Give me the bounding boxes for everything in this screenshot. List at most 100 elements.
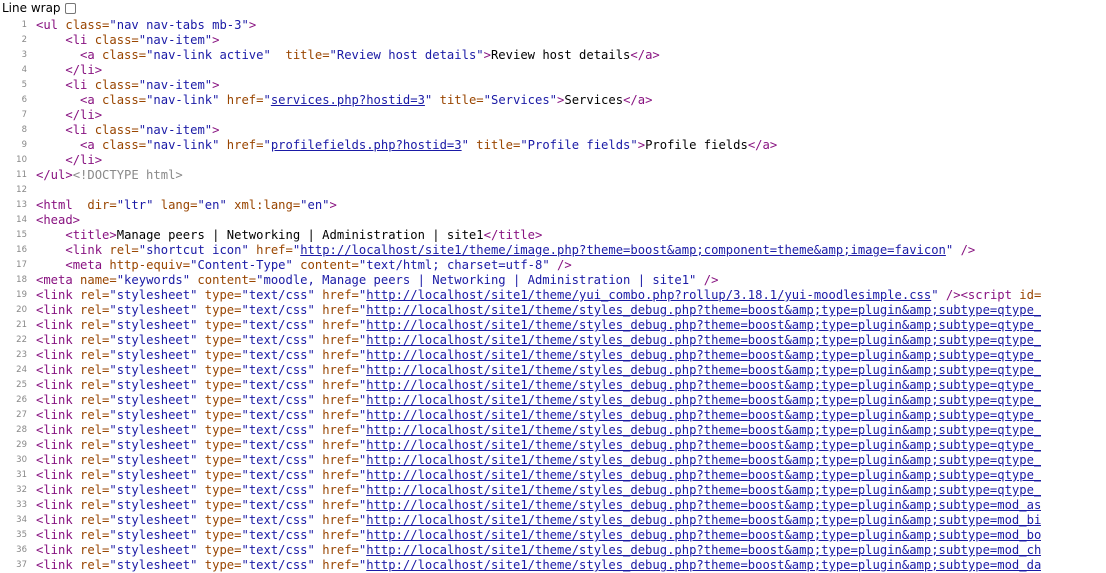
code-token: rel= [80,498,110,512]
source-link[interactable]: http://localhost/site1/theme/styles_debu… [366,498,1041,512]
source-link[interactable]: http://localhost/site1/theme/styles_debu… [366,483,1041,497]
code-token: <link [36,528,81,542]
code-token: href= [314,393,359,407]
code-token: title= [270,48,330,62]
code-token: "stylesheet" [109,333,198,347]
line-number: 27 [16,410,27,420]
code-token: rel= [80,513,110,527]
line-code: <li class="nav-item"> [36,78,219,93]
source-link[interactable]: http://localhost/site1/theme/styles_debu… [366,348,1041,362]
line-number: 12 [16,185,27,195]
code-token: <link [36,288,81,302]
code-token: "nav-link" [146,93,220,107]
code-token: Services [564,93,624,107]
line-number: 23 [16,350,27,360]
code-token: dir= [80,198,117,212]
code-token: "text/css" [241,483,315,497]
source-link[interactable]: http://localhost/site1/theme/styles_debu… [366,453,1041,467]
source-link[interactable]: http://localhost/site1/theme/styles_debu… [366,528,1041,542]
code-token: <link [36,483,81,497]
source-line: 5 <li class="nav-item"> [0,78,1106,93]
code-token: "stylesheet" [109,513,198,527]
code-token: class= [94,33,139,47]
line-number: 25 [16,380,27,390]
code-token: rel= [80,528,110,542]
code-token: "stylesheet" [109,393,198,407]
source-link[interactable]: http://localhost/site1/theme/styles_debu… [366,558,1041,572]
code-token: type= [197,333,242,347]
line-wrap-toolbar: Line wrap [0,0,1106,16]
code-token: </ul> [36,168,73,182]
code-token: href= [314,528,359,542]
code-token: content= [292,258,359,272]
code-token: > [212,33,220,47]
source-link[interactable]: http://localhost/site1/theme/image.php?t… [300,243,946,257]
code-token: rel= [80,438,110,452]
source-link[interactable]: http://localhost/site1/theme/styles_debu… [366,423,1041,437]
code-token: type= [197,498,242,512]
code-token: </title> [483,228,543,242]
source-line: 15 <title>Manage peers | Networking | Ad… [0,228,1106,243]
line-wrap-checkbox[interactable] [64,2,76,14]
code-token: <link [36,543,81,557]
line-code: <link rel="stylesheet" type="text/css" h… [36,393,1041,408]
source-link[interactable]: http://localhost/site1/theme/styles_debu… [366,438,1041,452]
code-token: type= [197,423,242,437]
code-token: "text/css" [241,453,315,467]
source-link[interactable]: profilefields.php?hostid=3 [271,138,462,152]
source-link[interactable]: http://localhost/site1/theme/styles_debu… [366,318,1041,332]
source-link[interactable]: http://localhost/site1/theme/styles_debu… [366,543,1041,557]
code-token: "nav-item" [138,78,213,92]
line-number: 36 [16,545,27,555]
source-link[interactable]: http://localhost/site1/theme/styles_debu… [366,393,1041,407]
source-link[interactable]: http://localhost/site1/theme/yui_combo.p… [366,288,931,302]
source-link[interactable]: http://localhost/site1/theme/styles_debu… [366,378,1041,392]
code-token: "text/css" [241,318,315,332]
line-number: 5 [21,80,27,90]
code-token: <a [80,93,103,107]
code-token: <link [36,393,81,407]
code-token: " [263,138,271,152]
line-number: 24 [16,365,27,375]
code-token: "stylesheet" [109,543,198,557]
code-token: "stylesheet" [109,378,198,392]
line-number: 10 [16,155,27,165]
line-code: <link rel="stylesheet" type="text/css" h… [36,348,1041,363]
line-number: 7 [21,110,27,120]
source-link[interactable]: http://localhost/site1/theme/styles_debu… [366,408,1041,422]
code-token: "stylesheet" [109,408,198,422]
line-number: 28 [16,425,27,435]
source-line: 19 <link rel="stylesheet" type="text/css"… [0,288,1106,303]
code-token: <meta [36,273,81,287]
source-link[interactable]: http://localhost/site1/theme/styles_debu… [366,303,1041,317]
source-link[interactable]: http://localhost/site1/theme/styles_debu… [366,513,1041,527]
source-line: 24 <link rel="stylesheet" type="text/css"… [0,363,1106,378]
line-code: <link rel="stylesheet" type="text/css" h… [36,468,1041,483]
code-token: href= [314,408,359,422]
source-line: 37 <link rel="stylesheet" type="text/css"… [0,558,1106,573]
line-code: <title>Manage peers | Networking | Admin… [36,228,542,243]
code-token: lang= [153,198,198,212]
line-number: 20 [16,305,27,315]
code-token: type= [197,543,242,557]
source-line: 2 <li class="nav-item"> [0,33,1106,48]
source-link[interactable]: http://localhost/site1/theme/styles_debu… [366,333,1041,347]
code-token: "text/css" [241,348,315,362]
code-token: type= [197,408,242,422]
line-code: <link rel="stylesheet" type="text/css" h… [36,498,1041,513]
source-link[interactable]: services.php?hostid=3 [271,93,425,107]
source-line: 31 <link rel="stylesheet" type="text/css"… [0,468,1106,483]
source-link[interactable]: http://localhost/site1/theme/styles_debu… [366,363,1041,377]
code-token: /><script [938,288,1020,302]
line-number: 35 [16,530,27,540]
code-token: <meta [65,258,110,272]
code-token: rel= [80,303,110,317]
source-line: 12 [0,183,1106,198]
code-token: "nav nav-tabs mb-3" [109,18,249,32]
code-token: "stylesheet" [109,528,198,542]
line-wrap-label: Line wrap [2,1,61,15]
code-token: title= [432,93,484,107]
source-line: 23 <link rel="stylesheet" type="text/css"… [0,348,1106,363]
source-link[interactable]: http://localhost/site1/theme/styles_debu… [366,468,1041,482]
